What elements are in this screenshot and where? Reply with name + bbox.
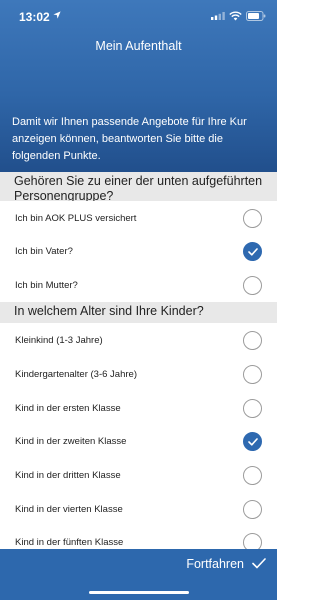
section-header-kinder-alter: In welchem Alter sind Ihre Kinder? — [0, 302, 277, 324]
location-arrow-icon — [53, 11, 61, 19]
radio-checked[interactable] — [243, 242, 262, 261]
checkmark-icon — [248, 438, 258, 446]
option-label: Ich bin Mutter? — [15, 280, 78, 291]
status-bar: 13:02 — [0, 0, 277, 32]
signal-icon — [211, 12, 225, 20]
option-label: Kind in der vierten Klasse — [15, 504, 123, 515]
radio-unchecked[interactable] — [243, 365, 262, 384]
option-row-kleinkind[interactable]: Kleinkind (1-3 Jahre) — [0, 323, 277, 360]
continue-button[interactable]: Fortfahren — [186, 557, 244, 571]
option-label: Kind in der zweiten Klasse — [15, 436, 127, 447]
radio-checked[interactable] — [243, 432, 262, 451]
option-row-mutter[interactable]: Ich bin Mutter? — [0, 268, 277, 305]
option-label: Kind in der ersten Klasse — [15, 403, 121, 414]
option-label: Kind in der fünften Klasse — [15, 537, 124, 548]
radio-unchecked[interactable] — [243, 331, 262, 350]
option-row-vierte-klasse[interactable]: Kind in der vierten Klasse — [0, 492, 277, 529]
option-row-erste-klasse[interactable]: Kind in der ersten Klasse — [0, 391, 277, 428]
option-label: Kleinkind (1-3 Jahre) — [15, 335, 103, 346]
radio-unchecked[interactable] — [243, 466, 262, 485]
option-label: Ich bin AOK PLUS versichert — [15, 213, 137, 224]
home-indicator — [89, 591, 189, 594]
option-row-zweite-klasse[interactable]: Kind in der zweiten Klasse — [0, 424, 277, 461]
option-row-aok-plus[interactable]: Ich bin AOK PLUS versichert — [0, 201, 277, 238]
option-row-vater[interactable]: Ich bin Vater? — [0, 234, 277, 271]
radio-unchecked[interactable] — [243, 500, 262, 519]
intro-text: Damit wir Ihnen passende Angebote für Ih… — [12, 116, 247, 162]
header: 13:02 Mein Aufenthalt Damit wir Ihnen pa… — [0, 0, 277, 172]
option-label: Kindergartenalter (3-6 Jahre) — [15, 369, 137, 380]
option-label: Kind in der dritten Klasse — [15, 470, 121, 481]
status-time: 13:02 — [19, 10, 50, 24]
radio-unchecked[interactable] — [243, 276, 262, 295]
page-title: Mein Aufenthalt — [95, 39, 182, 53]
battery-icon — [246, 11, 266, 21]
footer-bar: Fortfahren — [0, 549, 277, 600]
checkmark-icon — [248, 248, 258, 256]
option-row-kindergartenalter[interactable]: Kindergartenalter (3-6 Jahre) — [0, 357, 277, 394]
radio-unchecked[interactable] — [243, 399, 262, 418]
checkmark-icon[interactable] — [252, 558, 266, 569]
option-label: Ich bin Vater? — [15, 246, 73, 257]
wifi-icon — [229, 11, 242, 21]
option-row-dritte-klasse[interactable]: Kind in der dritten Klasse — [0, 458, 277, 495]
radio-unchecked[interactable] — [243, 209, 262, 228]
